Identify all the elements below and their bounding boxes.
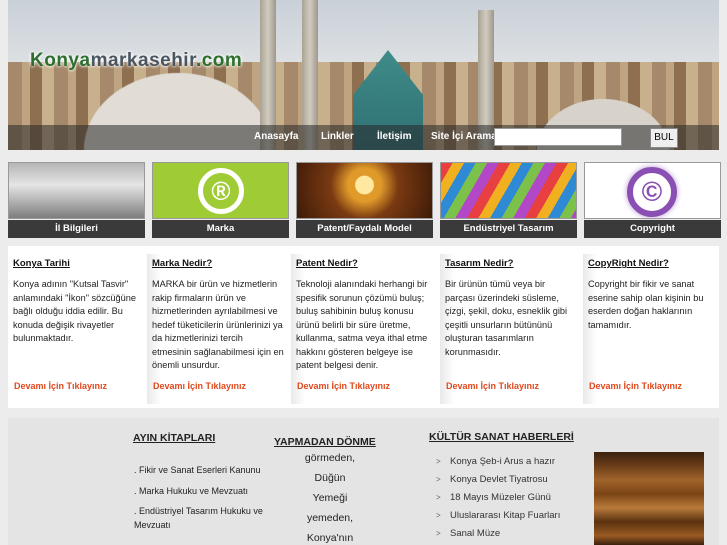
marquee-line: Düğün [314,472,346,484]
column-text: Teknoloji alanındaki herhangi bir spesif… [296,279,428,370]
old-books-image [594,452,704,545]
category-tiles: İl Bilgileri ® Marka Patent/Faydalı Mode… [8,162,721,238]
chevron-right-icon: > [436,475,441,484]
news-item[interactable]: > Konya Devlet Tiyatrosu [436,472,560,490]
marquee-line: Yemeği [312,492,348,504]
column-copyright: CopyRight Nedir? Copyright bir fikir ve … [583,254,719,404]
read-more-link[interactable]: Devamı İçin Tıklayınız [153,381,246,391]
news-item-label: Konya Şeb-i Arus a hazır [450,456,556,467]
site-logo[interactable]: Konyamarkasehir.com [30,50,242,72]
chevron-right-icon: > [436,511,441,520]
column-title[interactable]: Marka Nedir? [152,258,212,269]
column-title[interactable]: Konya Tarihi [13,258,70,269]
column-text: Konya adının "Kutsal Tasvir" anlamındaki… [13,279,136,343]
marquee-line: Konya'nın [306,532,354,544]
column-text: MARKA bir ürün ve hizmetlerin rakip firm… [152,279,284,370]
column-text: Copyright bir fikir ve sanat eserine sah… [588,279,704,330]
column-title[interactable]: Tasarım Nedir? [445,258,513,269]
marquee-line: görmeden, [304,452,356,464]
tile-copyright[interactable]: © Copyright [584,162,721,238]
chevron-right-icon: > [436,493,441,502]
search-input[interactable] [494,128,622,146]
chevron-right-icon: > [436,529,441,538]
marquee-title: YAPMADAN DÖNME [274,436,376,448]
chevron-right-icon: > [436,457,441,466]
news-item-label: Konya Devlet Tiyatrosu [450,474,548,485]
read-more-link[interactable]: Devamı İçin Tıklayınız [446,381,539,391]
news-item[interactable]: > Sanal Müze [436,526,560,544]
news-item-label: 18 Mayıs Müzeler Günü [450,492,551,503]
news-item-label: Sanal Müze [450,528,501,539]
logo-part-com: .com [195,50,243,71]
tile-il-bilgileri[interactable]: İl Bilgileri [8,162,145,238]
column-tasarim: Tasarım Nedir? Bir ürünün tümü veya bir … [440,254,580,404]
tile-image-registered: ® [152,162,289,219]
tile-caption[interactable]: Patent/Faydalı Model [296,220,433,238]
bottom-section: AYIN KİTAPLARI . Fikir ve Sanat Eserleri… [8,418,719,545]
pencils-image [440,162,577,219]
registered-icon: ® [198,168,244,214]
logo-part-konya: Konya [30,50,91,71]
tile-caption[interactable]: İl Bilgileri [8,220,145,238]
column-title[interactable]: Patent Nedir? [296,258,358,269]
books-title: AYIN KİTAPLARI [133,432,216,444]
lightbulb-icon [296,162,433,219]
column-marka: Marka Nedir? MARKA bir ürün ve hizmetler… [147,254,287,404]
books-list: . Fikir ve Sanat Eserleri Kanunu . Marka… [134,464,264,539]
column-title[interactable]: CopyRight Nedir? [588,258,669,269]
tile-image-old-city [8,162,145,219]
nav-anasayfa[interactable]: Anasayfa [254,131,298,142]
read-more-link[interactable]: Devamı İçin Tıklayınız [14,381,107,391]
tile-endustriyel-tasarim[interactable]: Endüstriyel Tasarım [440,162,577,238]
search-button[interactable]: BUL [650,128,678,148]
tile-caption[interactable]: Copyright [584,220,721,238]
news-item[interactable]: > Uluslararası Kitap Fuarları [436,508,560,526]
news-item-label: Uluslararası Kitap Fuarları [450,510,561,521]
search-label: Site İçi Arama: [431,131,501,142]
news-item[interactable]: >18 Mayıs Müzeler Günü [436,490,560,508]
info-columns: Konya Tarihi Konya adının "Kutsal Tasvir… [8,246,719,408]
list-item[interactable]: . Endüstriyel Tasarım Hukuku ve Mevzuatı [134,505,264,532]
read-more-link[interactable]: Devamı İçin Tıklayınız [589,381,682,391]
tile-caption[interactable]: Endüstriyel Tasarım [440,220,577,238]
list-item[interactable]: . Marka Hukuku ve Mevzuatı [134,485,264,499]
news-title: KÜLTÜR SANAT HABERLERİ [429,431,574,443]
nav-iletisim[interactable]: İletişim [377,131,411,142]
tile-patent[interactable]: Patent/Faydalı Model [296,162,433,238]
tile-image-copyright: © [584,162,721,219]
news-item[interactable]: > Konya Şeb-i Arus a hazır [436,454,560,472]
tile-marka[interactable]: ® Marka [152,162,289,238]
list-item[interactable]: . Fikir ve Sanat Eserleri Kanunu [134,464,264,478]
tile-caption[interactable]: Marka [152,220,289,238]
copyright-icon: © [627,167,677,217]
marquee-line: yemeden, [306,512,354,524]
logo-part-markasehir: markasehir [90,50,196,71]
news-list: > Konya Şeb-i Arus a hazır > Konya Devlet … [436,454,560,544]
scrolling-text: görmeden, Düğün Yemeği yemeden, Konya'nı… [280,450,380,545]
column-text: Bir ürünün tümü veya bir parçası üzerind… [445,279,568,357]
read-more-link[interactable]: Devamı İçin Tıklayınız [297,381,390,391]
nav-linkler[interactable]: Linkler [321,131,354,142]
column-patent: Patent Nedir? Teknoloji alanındaki herha… [291,254,431,404]
column-konya-tarihi: Konya Tarihi Konya adının "Kutsal Tasvir… [8,254,148,404]
